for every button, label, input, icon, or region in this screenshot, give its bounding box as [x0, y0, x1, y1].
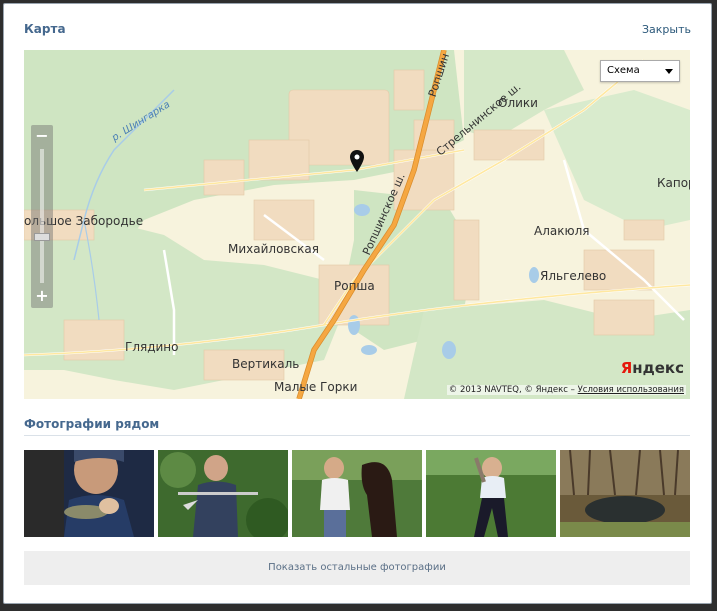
terms-link[interactable]: Условия использования [578, 385, 684, 395]
map-attribution: © 2013 NAVTEQ, © Яндекс – Условия исполь… [446, 385, 686, 395]
photo-strip [24, 450, 690, 538]
photo-thumbnail[interactable] [426, 450, 556, 537]
label-mikhailovskaya: Михайловская [228, 242, 319, 256]
label-glyadino: Глядино [125, 340, 179, 354]
section-divider [24, 435, 690, 436]
modal-title: Карта [24, 22, 66, 36]
photos-section-title: Фотографии рядом [24, 417, 160, 431]
map-pin-icon[interactable] [350, 150, 364, 172]
map-modal: Карта Закрыть ольшое Забородье Михайловс… [3, 3, 712, 604]
map-type-select[interactable]: Схема [600, 60, 680, 82]
chevron-down-icon [665, 69, 673, 74]
photo-thumbnail[interactable] [158, 450, 288, 537]
label-alakyulya: Алакюля [534, 224, 590, 238]
photo-thumbnail[interactable] [292, 450, 422, 537]
zoom-rail[interactable] [40, 149, 44, 283]
zoom-control[interactable]: − + [31, 125, 53, 308]
yandex-logo: Яндекс [620, 359, 684, 377]
close-link[interactable]: Закрыть [642, 23, 691, 36]
photo-thumbnail[interactable] [24, 450, 154, 537]
label-yalgelevo: Яльгелево [540, 269, 607, 283]
photo-thumbnail[interactable] [560, 450, 690, 537]
zoom-handle[interactable] [34, 233, 50, 241]
show-more-photos-button[interactable]: Показать остальные фотографии [24, 551, 690, 585]
label-malye-gorki: Малые Горки [274, 380, 358, 394]
label-vertikal: Вертикаль [232, 357, 300, 371]
modal-header: Карта Закрыть [24, 22, 691, 40]
map-type-selected: Схема [607, 65, 640, 76]
zoom-in-button[interactable]: + [33, 287, 51, 305]
zoom-out-button[interactable]: − [33, 127, 51, 145]
map-view[interactable]: ольшое Забородье Михайловская Ропша Гляд… [24, 50, 690, 399]
label-ropsha: Ропша [334, 279, 375, 293]
label-kapor: Капор [657, 176, 690, 190]
